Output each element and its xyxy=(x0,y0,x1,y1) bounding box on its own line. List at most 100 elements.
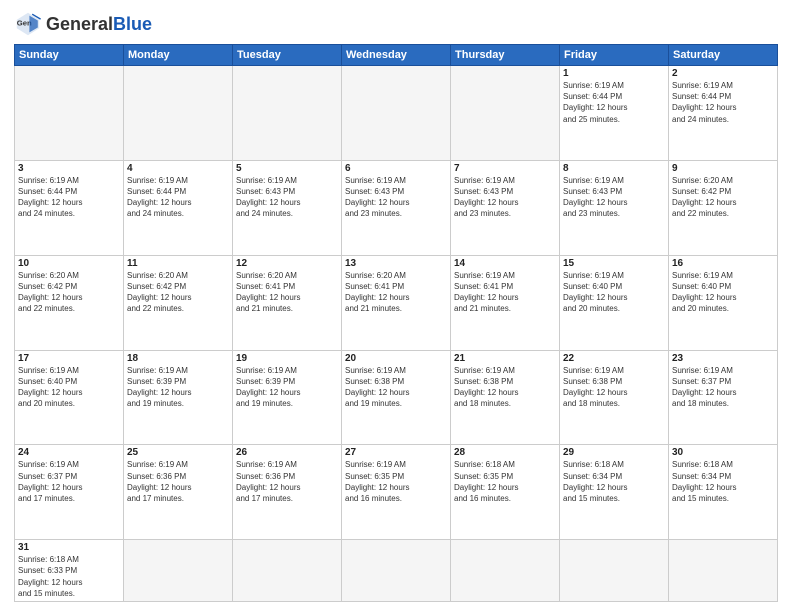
calendar-day-cell xyxy=(233,66,342,161)
calendar-day-cell xyxy=(233,540,342,602)
calendar-day-cell: 17Sunrise: 6:19 AM Sunset: 6:40 PM Dayli… xyxy=(15,350,124,445)
calendar-day-cell xyxy=(451,66,560,161)
day-info: Sunrise: 6:20 AM Sunset: 6:42 PM Dayligh… xyxy=(18,270,120,315)
calendar-day-cell: 8Sunrise: 6:19 AM Sunset: 6:43 PM Daylig… xyxy=(560,160,669,255)
calendar-day-cell: 16Sunrise: 6:19 AM Sunset: 6:40 PM Dayli… xyxy=(669,255,778,350)
calendar-day-cell: 10Sunrise: 6:20 AM Sunset: 6:42 PM Dayli… xyxy=(15,255,124,350)
day-number: 25 xyxy=(127,447,229,458)
day-number: 29 xyxy=(563,447,665,458)
calendar-week-row: 31Sunrise: 6:18 AM Sunset: 6:33 PM Dayli… xyxy=(15,540,778,602)
calendar-day-cell: 20Sunrise: 6:19 AM Sunset: 6:38 PM Dayli… xyxy=(342,350,451,445)
day-number: 18 xyxy=(127,353,229,364)
day-number: 19 xyxy=(236,353,338,364)
calendar-day-cell: 23Sunrise: 6:19 AM Sunset: 6:37 PM Dayli… xyxy=(669,350,778,445)
day-info: Sunrise: 6:20 AM Sunset: 6:41 PM Dayligh… xyxy=(236,270,338,315)
day-number: 5 xyxy=(236,163,338,174)
day-number: 1 xyxy=(563,68,665,79)
calendar-day-cell: 22Sunrise: 6:19 AM Sunset: 6:38 PM Dayli… xyxy=(560,350,669,445)
day-info: Sunrise: 6:19 AM Sunset: 6:39 PM Dayligh… xyxy=(127,365,229,410)
calendar-day-cell: 24Sunrise: 6:19 AM Sunset: 6:37 PM Dayli… xyxy=(15,445,124,540)
day-number: 6 xyxy=(345,163,447,174)
day-info: Sunrise: 6:18 AM Sunset: 6:34 PM Dayligh… xyxy=(563,459,665,504)
day-number: 11 xyxy=(127,258,229,269)
day-info: Sunrise: 6:19 AM Sunset: 6:38 PM Dayligh… xyxy=(345,365,447,410)
calendar-week-row: 17Sunrise: 6:19 AM Sunset: 6:40 PM Dayli… xyxy=(15,350,778,445)
calendar-day-cell: 31Sunrise: 6:18 AM Sunset: 6:33 PM Dayli… xyxy=(15,540,124,602)
day-number: 31 xyxy=(18,542,120,553)
calendar-day-cell xyxy=(124,66,233,161)
day-info: Sunrise: 6:19 AM Sunset: 6:44 PM Dayligh… xyxy=(672,80,774,125)
logo-icon: Gen xyxy=(14,10,42,38)
calendar-day-cell: 5Sunrise: 6:19 AM Sunset: 6:43 PM Daylig… xyxy=(233,160,342,255)
weekday-header-row: SundayMondayTuesdayWednesdayThursdayFrid… xyxy=(15,45,778,66)
header: Gen GeneralBlue xyxy=(14,10,778,38)
day-number: 27 xyxy=(345,447,447,458)
day-info: Sunrise: 6:19 AM Sunset: 6:44 PM Dayligh… xyxy=(18,175,120,220)
calendar-day-cell: 7Sunrise: 6:19 AM Sunset: 6:43 PM Daylig… xyxy=(451,160,560,255)
day-number: 21 xyxy=(454,353,556,364)
day-number: 9 xyxy=(672,163,774,174)
weekday-header-sunday: Sunday xyxy=(15,45,124,66)
calendar-week-row: 1Sunrise: 6:19 AM Sunset: 6:44 PM Daylig… xyxy=(15,66,778,161)
day-info: Sunrise: 6:19 AM Sunset: 6:38 PM Dayligh… xyxy=(454,365,556,410)
day-number: 24 xyxy=(18,447,120,458)
day-number: 10 xyxy=(18,258,120,269)
weekday-header-thursday: Thursday xyxy=(451,45,560,66)
day-number: 15 xyxy=(563,258,665,269)
calendar-day-cell: 3Sunrise: 6:19 AM Sunset: 6:44 PM Daylig… xyxy=(15,160,124,255)
calendar-day-cell: 19Sunrise: 6:19 AM Sunset: 6:39 PM Dayli… xyxy=(233,350,342,445)
weekday-header-wednesday: Wednesday xyxy=(342,45,451,66)
day-info: Sunrise: 6:18 AM Sunset: 6:33 PM Dayligh… xyxy=(18,554,120,599)
day-number: 28 xyxy=(454,447,556,458)
day-info: Sunrise: 6:19 AM Sunset: 6:43 PM Dayligh… xyxy=(236,175,338,220)
day-info: Sunrise: 6:19 AM Sunset: 6:44 PM Dayligh… xyxy=(563,80,665,125)
day-info: Sunrise: 6:19 AM Sunset: 6:40 PM Dayligh… xyxy=(672,270,774,315)
calendar-day-cell: 11Sunrise: 6:20 AM Sunset: 6:42 PM Dayli… xyxy=(124,255,233,350)
calendar-day-cell: 6Sunrise: 6:19 AM Sunset: 6:43 PM Daylig… xyxy=(342,160,451,255)
day-info: Sunrise: 6:19 AM Sunset: 6:41 PM Dayligh… xyxy=(454,270,556,315)
day-info: Sunrise: 6:20 AM Sunset: 6:42 PM Dayligh… xyxy=(672,175,774,220)
calendar-day-cell xyxy=(124,540,233,602)
calendar-day-cell xyxy=(15,66,124,161)
day-info: Sunrise: 6:19 AM Sunset: 6:43 PM Dayligh… xyxy=(563,175,665,220)
logo-text-block: GeneralBlue xyxy=(46,15,152,33)
calendar-day-cell: 25Sunrise: 6:19 AM Sunset: 6:36 PM Dayli… xyxy=(124,445,233,540)
day-number: 30 xyxy=(672,447,774,458)
logo: Gen GeneralBlue xyxy=(14,10,152,38)
day-number: 8 xyxy=(563,163,665,174)
weekday-header-tuesday: Tuesday xyxy=(233,45,342,66)
day-info: Sunrise: 6:19 AM Sunset: 6:43 PM Dayligh… xyxy=(345,175,447,220)
day-info: Sunrise: 6:19 AM Sunset: 6:37 PM Dayligh… xyxy=(18,459,120,504)
day-number: 14 xyxy=(454,258,556,269)
day-number: 2 xyxy=(672,68,774,79)
calendar-day-cell: 26Sunrise: 6:19 AM Sunset: 6:36 PM Dayli… xyxy=(233,445,342,540)
calendar-day-cell: 14Sunrise: 6:19 AM Sunset: 6:41 PM Dayli… xyxy=(451,255,560,350)
calendar-week-row: 10Sunrise: 6:20 AM Sunset: 6:42 PM Dayli… xyxy=(15,255,778,350)
calendar-day-cell: 30Sunrise: 6:18 AM Sunset: 6:34 PM Dayli… xyxy=(669,445,778,540)
logo-blue: Blue xyxy=(113,14,152,34)
day-number: 17 xyxy=(18,353,120,364)
day-number: 4 xyxy=(127,163,229,174)
day-number: 20 xyxy=(345,353,447,364)
day-info: Sunrise: 6:20 AM Sunset: 6:42 PM Dayligh… xyxy=(127,270,229,315)
calendar-day-cell: 18Sunrise: 6:19 AM Sunset: 6:39 PM Dayli… xyxy=(124,350,233,445)
logo-wordmark: GeneralBlue xyxy=(46,15,152,33)
day-number: 13 xyxy=(345,258,447,269)
day-info: Sunrise: 6:18 AM Sunset: 6:34 PM Dayligh… xyxy=(672,459,774,504)
day-info: Sunrise: 6:19 AM Sunset: 6:40 PM Dayligh… xyxy=(563,270,665,315)
day-info: Sunrise: 6:19 AM Sunset: 6:36 PM Dayligh… xyxy=(127,459,229,504)
day-number: 22 xyxy=(563,353,665,364)
calendar-table: SundayMondayTuesdayWednesdayThursdayFrid… xyxy=(14,44,778,602)
calendar-day-cell: 15Sunrise: 6:19 AM Sunset: 6:40 PM Dayli… xyxy=(560,255,669,350)
calendar-day-cell xyxy=(451,540,560,602)
day-info: Sunrise: 6:19 AM Sunset: 6:38 PM Dayligh… xyxy=(563,365,665,410)
calendar-day-cell: 9Sunrise: 6:20 AM Sunset: 6:42 PM Daylig… xyxy=(669,160,778,255)
day-info: Sunrise: 6:19 AM Sunset: 6:44 PM Dayligh… xyxy=(127,175,229,220)
calendar-day-cell xyxy=(342,66,451,161)
day-number: 16 xyxy=(672,258,774,269)
calendar-day-cell xyxy=(560,540,669,602)
calendar-day-cell: 2Sunrise: 6:19 AM Sunset: 6:44 PM Daylig… xyxy=(669,66,778,161)
calendar-day-cell: 27Sunrise: 6:19 AM Sunset: 6:35 PM Dayli… xyxy=(342,445,451,540)
calendar-day-cell: 28Sunrise: 6:18 AM Sunset: 6:35 PM Dayli… xyxy=(451,445,560,540)
day-info: Sunrise: 6:19 AM Sunset: 6:36 PM Dayligh… xyxy=(236,459,338,504)
